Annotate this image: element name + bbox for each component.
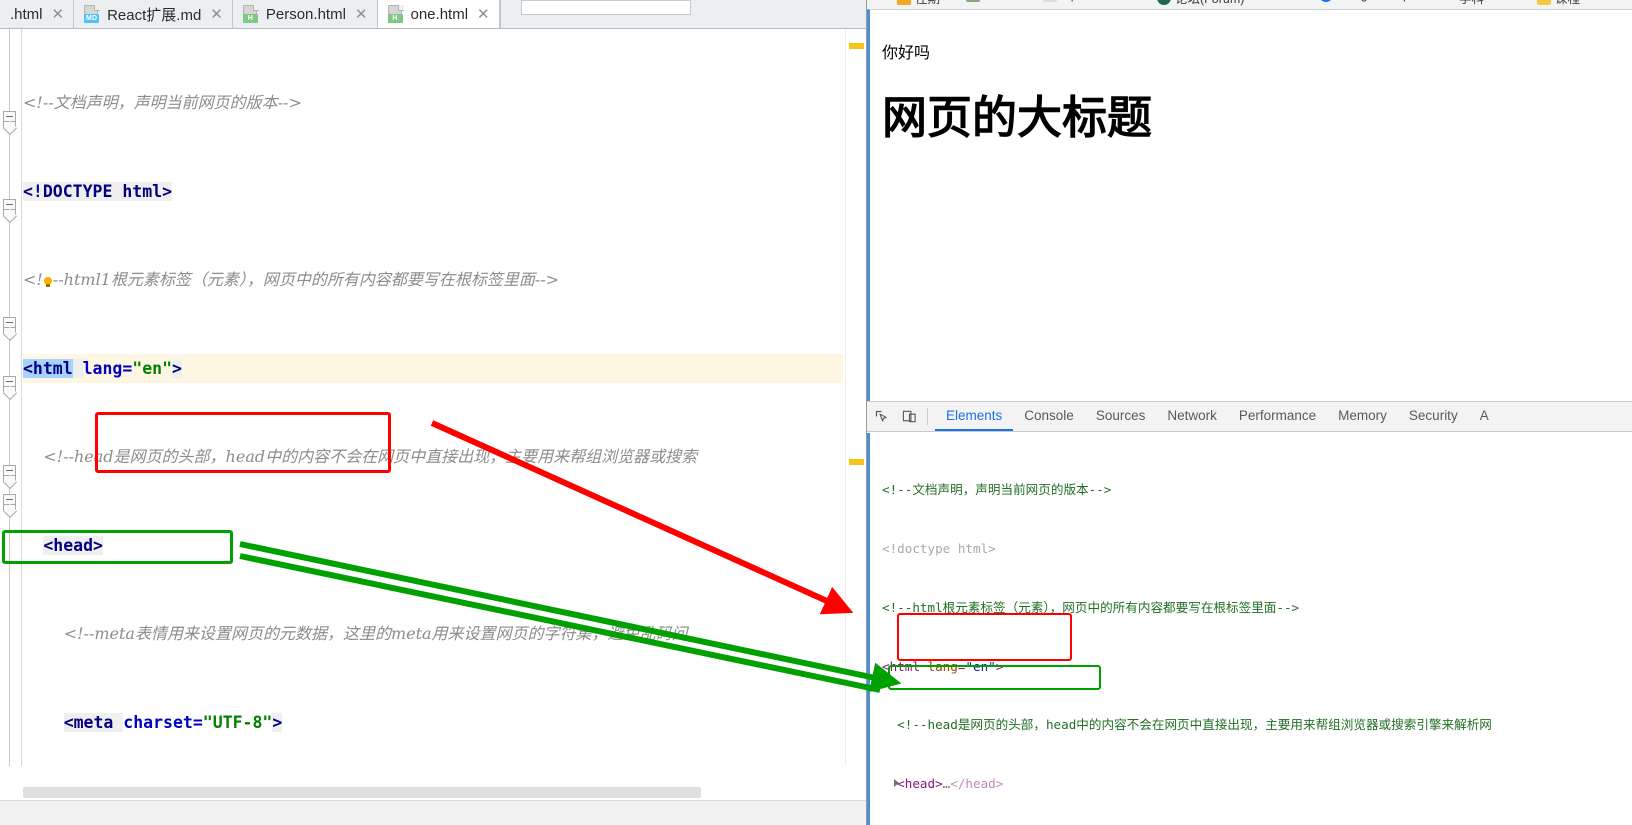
inspect-element-icon[interactable] <box>867 403 895 431</box>
devtools-tab-network[interactable]: Network <box>1156 402 1228 431</box>
bookmark-label: 学科 <box>1459 0 1484 7</box>
bookmarks-bar: 往期 PCMS Open Exam 论坛(Forum) ... Google K… <box>867 0 1632 9</box>
close-icon[interactable]: ✕ <box>477 7 490 22</box>
code-line: <meta charset="UTF-8"> <box>23 708 843 738</box>
devtools-tab-security[interactable]: Security <box>1398 402 1469 431</box>
dom-line[interactable]: <head>…</head> <box>882 774 1632 794</box>
editor-tab-strip: .html ✕ MD React扩展.md ✕ H Person.html ✕ <box>0 0 866 29</box>
screenshot-root: .html ✕ MD React扩展.md ✕ H Person.html ✕ <box>0 0 1632 825</box>
code-line: <!--html1根元素标签（元素），网页中的所有内容都要写在根标签里面--> <box>23 265 843 295</box>
dom-line[interactable]: <!--文档声明，声明当前网页的版本--> <box>882 480 1632 500</box>
bookmark-item[interactable]: 课程 <box>1537 0 1580 7</box>
editor-tab-html[interactable]: .html ✕ <box>0 0 74 28</box>
devtools-dom-tree[interactable]: <!--文档声明，声明当前网页的版本--> <!doctype html> <!… <box>867 433 1632 825</box>
code-line: <!--文档声明，声明当前网页的版本--> <box>23 88 843 118</box>
code-line: <!--meta表情用来设置网页的元数据，这里的meta用来设置网页的字符集，避… <box>23 619 843 649</box>
bookmark-item[interactable]: PCMS <box>966 0 1020 2</box>
intention-bulb-icon[interactable] <box>43 277 53 289</box>
ide-editor-pane: .html ✕ MD React扩展.md ✕ H Person.html ✕ <box>0 0 866 825</box>
dom-line[interactable]: <!doctype html> <box>882 539 1632 559</box>
h-badge: H <box>243 14 258 23</box>
editor-tab-label: Person.html <box>266 6 346 23</box>
rendered-page-viewport: 你好吗 网页的大标题 <box>867 9 1632 401</box>
editor-status-bar <box>0 800 866 825</box>
close-icon[interactable]: ✕ <box>52 7 65 22</box>
bookmark-label: 课程 <box>1555 0 1580 7</box>
tab-strip-filler <box>500 0 866 28</box>
h-badge: H <box>388 14 403 23</box>
bookmark-favicon <box>1157 0 1171 5</box>
bookmark-label: Google Keep <box>1337 0 1410 2</box>
bookmark-favicon <box>966 0 980 2</box>
bookmark-item[interactable]: 往期 <box>897 0 940 7</box>
close-icon[interactable]: ✕ <box>355 7 368 22</box>
bookmark-label: PCMS <box>984 0 1020 2</box>
expand-triangle-icon[interactable] <box>894 779 899 787</box>
bookmark-item[interactable]: 论坛(Forum) <box>1157 0 1244 7</box>
code-line: <!--head是网页的头部，head中的内容不会在网页中直接出现，主要用来帮组… <box>23 442 843 472</box>
devtools-tab-application[interactable]: A <box>1469 402 1500 431</box>
scrollbar-thumb[interactable] <box>23 787 701 798</box>
code-line: <head> <box>23 531 843 561</box>
html-file-icon: H <box>243 5 260 24</box>
editor-search-field[interactable] <box>521 0 691 15</box>
editor-tab-label: .html <box>10 6 43 23</box>
md-badge: MD <box>84 14 99 23</box>
editor-tab-person-html[interactable]: H Person.html ✕ <box>233 0 378 28</box>
devtools-panel: Elements Console Sources Network Perform… <box>867 401 1632 825</box>
page-paragraph-text: 你好吗 <box>882 43 1621 62</box>
bookmark-favicon <box>1319 0 1333 2</box>
bookmark-label: 论坛(Forum) <box>1175 0 1244 7</box>
fold-marker-html-close[interactable] <box>3 494 18 509</box>
markdown-file-icon: MD <box>84 5 101 24</box>
devtools-tab-console[interactable]: Console <box>1013 402 1085 431</box>
devtools-tab-sources[interactable]: Sources <box>1085 402 1157 431</box>
bookmark-item[interactable]: 学科 <box>1459 0 1484 7</box>
bookmark-favicon <box>897 0 911 5</box>
bookmark-item[interactable]: Open Exam <box>1043 0 1127 2</box>
dom-line[interactable]: <!--head是网页的头部，head中的内容不会在网页中直接出现，主要用来帮组… <box>882 715 1632 735</box>
bookmark-item[interactable]: ... <box>1279 0 1289 2</box>
devtools-tab-performance[interactable]: Performance <box>1228 402 1327 431</box>
fold-marker-head-close[interactable] <box>3 317 18 332</box>
scroll-marker-warning <box>849 459 864 465</box>
editor-tab-label: one.html <box>411 6 469 23</box>
toolbar-divider <box>927 408 928 425</box>
devtools-toolbar: Elements Console Sources Network Perform… <box>867 402 1632 432</box>
dom-line[interactable]: <!--html根元素标签（元素），网页中的所有内容都要写在根标签里面--> <box>882 598 1632 618</box>
close-icon[interactable]: ✕ <box>210 7 223 22</box>
editor-scroll-markers[interactable] <box>845 29 866 766</box>
device-toolbar-icon[interactable] <box>895 403 923 431</box>
bookmark-label: ... <box>1279 0 1289 2</box>
editor-gutter <box>0 29 22 766</box>
devtools-tab-elements[interactable]: Elements <box>935 402 1013 431</box>
fold-marker-html[interactable] <box>3 111 18 126</box>
editor-horizontal-scrollbar[interactable] <box>23 786 843 799</box>
devtools-tab-memory[interactable]: Memory <box>1327 402 1398 431</box>
bookmark-item[interactable]: Google Keep <box>1319 0 1410 2</box>
scroll-marker-warning <box>849 43 864 49</box>
html-file-icon: H <box>388 5 405 24</box>
code-line: <html lang="en"> <box>23 354 843 384</box>
bookmark-label: 往期 <box>915 0 940 7</box>
browser-window: 往期 PCMS Open Exam 论坛(Forum) ... Google K… <box>866 0 1632 825</box>
page-heading-text: 网页的大标题 <box>882 93 1621 143</box>
fold-marker-head[interactable] <box>3 199 18 214</box>
bookmark-favicon <box>1043 0 1057 2</box>
editor-tab-react-md[interactable]: MD React扩展.md ✕ <box>74 0 233 28</box>
bookmark-favicon <box>1537 0 1551 5</box>
fold-marker-body-close[interactable] <box>3 465 18 480</box>
dom-line[interactable]: <html lang="en"> <box>882 657 1632 677</box>
fold-marker-body[interactable] <box>3 376 18 391</box>
code-line: <!DOCTYPE html> <box>23 177 843 207</box>
bookmark-label: Open Exam <box>1061 0 1127 2</box>
editor-tab-one-html[interactable]: H one.html ✕ <box>378 0 500 28</box>
code-content[interactable]: <!--文档声明，声明当前网页的版本--> <!DOCTYPE html> <!… <box>23 29 843 766</box>
editor-tab-label: React扩展.md <box>107 4 201 25</box>
